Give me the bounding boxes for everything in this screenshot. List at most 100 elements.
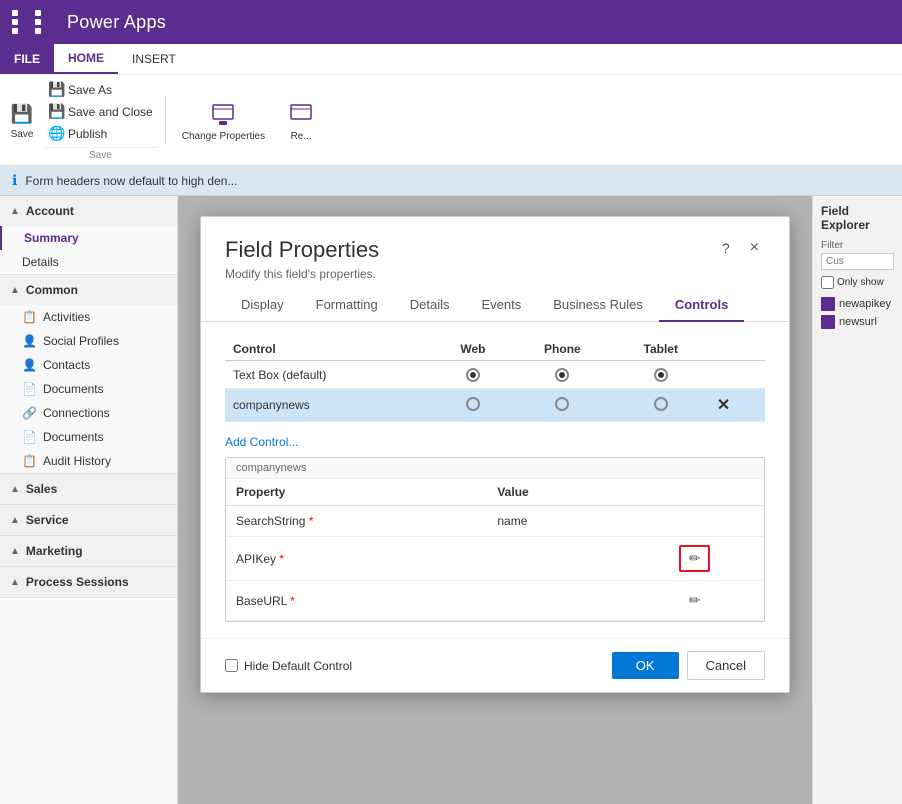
app-grid-icon[interactable] <box>12 10 55 34</box>
apikey-edit-button[interactable]: ✏ <box>679 545 711 572</box>
sidebar-item-audit-history[interactable]: 📋 Audit History <box>0 449 177 473</box>
dialog-header: Field Properties Modify this field's pro… <box>201 217 789 289</box>
hide-default-control-group: Hide Default Control <box>225 659 352 673</box>
companynews-remove-cell: ✕ <box>709 389 765 422</box>
only-show-checkbox[interactable] <box>821 276 834 289</box>
dialog-subtitle: Modify this field's properties. <box>225 267 379 281</box>
hide-default-control-checkbox[interactable] <box>225 659 238 672</box>
remove-icon <box>285 99 317 131</box>
control-name-textbox: Text Box (default) <box>225 361 434 389</box>
prop-apikey-edit-cell: ✏ <box>625 537 764 581</box>
filter-input[interactable] <box>821 253 894 270</box>
save-and-close-button[interactable]: 💾 Save and Close <box>44 101 157 122</box>
add-control-link[interactable]: Add Control... <box>225 435 298 449</box>
props-section-title: companynews <box>226 458 764 479</box>
contacts-label: Contacts <box>43 358 90 372</box>
info-message: Form headers now default to high den... <box>25 174 237 188</box>
tab-controls[interactable]: Controls <box>659 289 744 322</box>
sidebar-item-activities[interactable]: 📋 Activities <box>0 305 177 329</box>
tab-details[interactable]: Details <box>394 289 466 322</box>
tab-events[interactable]: Events <box>466 289 538 322</box>
radio-textbox-phone[interactable] <box>512 361 612 389</box>
field-item-newsurl[interactable]: newsurl <box>821 313 894 331</box>
save-close-icon: 💾 <box>48 103 64 120</box>
baseurl-required-icon: * <box>290 594 295 608</box>
sidebar-item-details[interactable]: Details <box>0 250 177 274</box>
table-row: SearchString * name <box>226 506 764 537</box>
sidebar-item-summary[interactable]: Summary <box>0 226 177 250</box>
ok-button[interactable]: OK <box>612 652 679 679</box>
cancel-button[interactable]: Cancel <box>687 651 765 680</box>
sidebar-item-connections[interactable]: 🔗 Connections <box>0 401 177 425</box>
field-item-newapikey[interactable]: newapikey <box>821 295 894 313</box>
sidebar-item-contacts[interactable]: 👤 Contacts <box>0 353 177 377</box>
prop-searchstring-edit <box>625 506 764 537</box>
sidebar-section-header-common[interactable]: ▲ Common <box>0 275 177 305</box>
only-show-label: Only show <box>837 277 884 288</box>
change-properties-icon <box>207 99 239 131</box>
col-actions <box>709 338 765 361</box>
marketing-section-label: Marketing <box>26 544 83 558</box>
tab-formatting[interactable]: Formatting <box>300 289 394 322</box>
table-row[interactable]: companynews <box>225 389 765 422</box>
radio-companynews-web[interactable] <box>434 389 512 422</box>
audit-history-icon: 📋 <box>22 454 37 468</box>
newapikey-icon <box>821 297 835 311</box>
remove-button[interactable]: Re... <box>277 95 325 146</box>
publish-button[interactable]: 🌐 Publish <box>44 123 157 144</box>
newsurl-icon <box>821 315 835 329</box>
dialog-help-button[interactable]: ? <box>716 238 736 258</box>
social-profiles-label: Social Profiles <box>43 334 119 348</box>
props-section: companynews Property Value <box>225 457 765 622</box>
radio-textbox-tablet[interactable] <box>613 361 709 389</box>
radio-textbox-web[interactable] <box>434 361 512 389</box>
sidebar-section-header-account[interactable]: ▲ Account <box>0 196 177 226</box>
radio-textbox-web-icon[interactable] <box>466 368 480 382</box>
change-properties-label: Change Properties <box>182 131 265 142</box>
save-as-button[interactable]: 💾 Save As <box>44 79 157 100</box>
details-label: Details <box>22 255 59 269</box>
ribbon-content: 💾 Save 💾 Save As 💾 Save and Close 🌐 Publ… <box>0 74 902 165</box>
sidebar-section-header-marketing[interactable]: ▲ Marketing <box>0 536 177 566</box>
props-col-edit <box>625 479 764 506</box>
sidebar-item-social-profiles[interactable]: 👤 Social Profiles <box>0 329 177 353</box>
right-panel: Field Explorer Filter Only show newapike… <box>812 196 902 804</box>
tab-insert[interactable]: INSERT <box>118 44 190 74</box>
radio-companynews-phone[interactable] <box>512 389 612 422</box>
remove-label: Re... <box>291 131 312 142</box>
tab-home[interactable]: HOME <box>54 44 118 74</box>
prop-searchstring-value: name <box>487 506 625 537</box>
radio-companynews-web-icon[interactable] <box>466 397 480 411</box>
main-area: ▲ Account Summary Details ▲ Common 📋 Act… <box>0 196 902 804</box>
sidebar-section-account: ▲ Account Summary Details <box>0 196 177 275</box>
col-phone: Phone <box>512 338 612 361</box>
searchstring-required-icon: * <box>309 514 314 528</box>
dialog-close-button[interactable]: × <box>744 237 765 259</box>
baseurl-edit-button[interactable]: ✏ <box>681 589 709 612</box>
tab-display[interactable]: Display <box>225 289 300 322</box>
marketing-arrow-icon: ▲ <box>10 546 20 557</box>
documents-2-label: Documents <box>43 430 104 444</box>
sidebar-item-documents-1[interactable]: 📄 Documents <box>0 377 177 401</box>
radio-companynews-phone-icon[interactable] <box>555 397 569 411</box>
sidebar-section-header-service[interactable]: ▲ Service <box>0 505 177 535</box>
dialog-footer: Hide Default Control OK Cancel <box>201 638 789 692</box>
tab-business-rules[interactable]: Business Rules <box>537 289 659 322</box>
radio-companynews-tablet-icon[interactable] <box>654 397 668 411</box>
sidebar-item-documents-2[interactable]: 📄 Documents <box>0 425 177 449</box>
tab-file[interactable]: FILE <box>0 44 54 74</box>
col-control: Control <box>225 338 434 361</box>
companynews-remove-button[interactable]: ✕ <box>717 395 730 415</box>
publish-label: Publish <box>68 127 107 141</box>
info-icon: ℹ <box>12 172 17 189</box>
sidebar-section-header-process-sessions[interactable]: ▲ Process Sessions <box>0 567 177 597</box>
radio-textbox-tablet-icon[interactable] <box>654 368 668 382</box>
radio-companynews-tablet[interactable] <box>613 389 709 422</box>
sales-arrow-icon: ▲ <box>10 484 20 495</box>
radio-textbox-phone-icon[interactable] <box>555 368 569 382</box>
sidebar-section-header-sales[interactable]: ▲ Sales <box>0 474 177 504</box>
publish-icon: 🌐 <box>48 125 64 142</box>
documents-1-icon: 📄 <box>22 382 37 396</box>
change-properties-button[interactable]: Change Properties <box>174 95 273 146</box>
ribbon: FILE HOME INSERT 💾 Save 💾 Save As 💾 Save… <box>0 44 902 166</box>
